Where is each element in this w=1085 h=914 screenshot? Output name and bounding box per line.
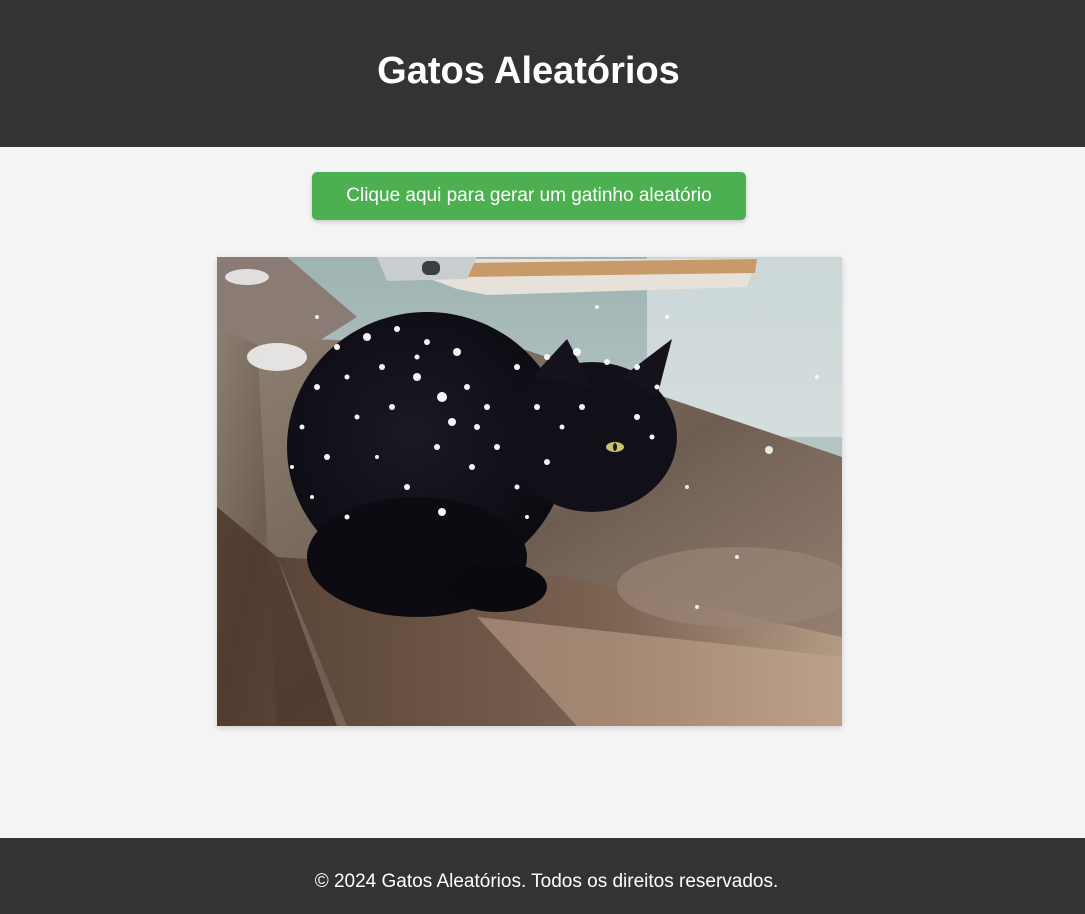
- page-title: Gatos Aleatórios: [377, 50, 680, 92]
- generate-cat-button[interactable]: Clique aqui para gerar um gatinho aleató…: [312, 172, 746, 220]
- site-header: Gatos Aleatórios: [0, 0, 1085, 147]
- cat-image: [217, 257, 842, 726]
- site-footer: © 2024 Gatos Aleatórios. Todos os direit…: [0, 838, 1085, 914]
- copyright-text: © 2024 Gatos Aleatórios. Todos os direit…: [314, 871, 779, 892]
